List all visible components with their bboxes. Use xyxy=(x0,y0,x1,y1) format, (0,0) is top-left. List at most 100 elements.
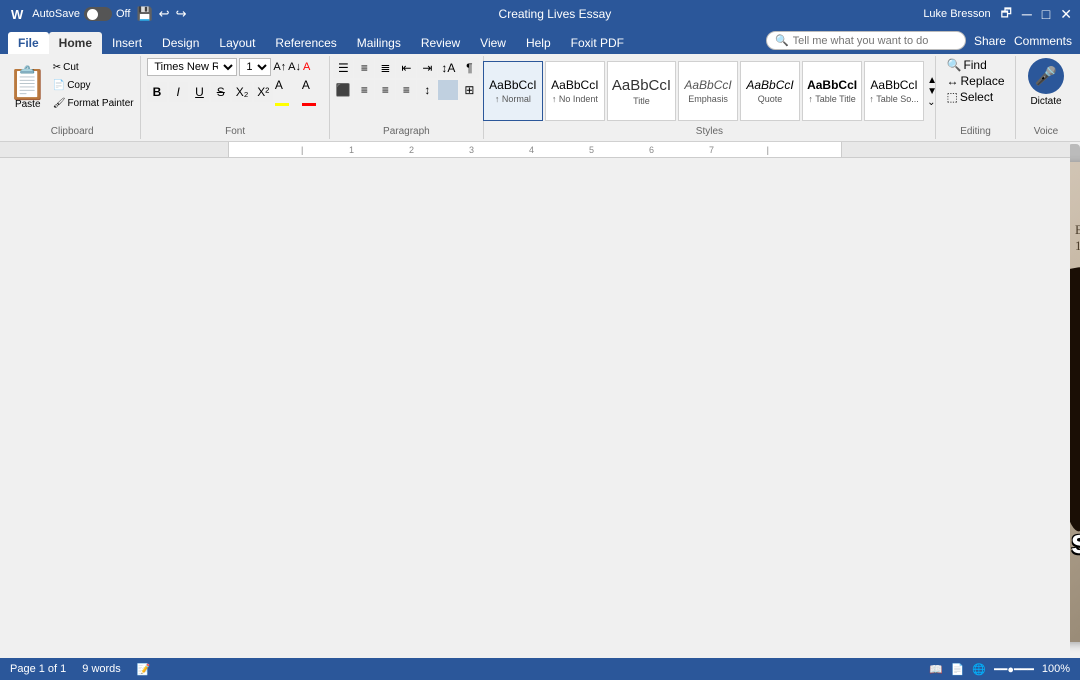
style-table-title-preview: AaBbCcI xyxy=(807,78,857,92)
font-row1: Times New Roman 12 A↑ A↓ A xyxy=(147,58,310,76)
strikethrough-button[interactable]: S xyxy=(211,82,230,102)
format-painter-button[interactable]: 🖌 Format Painter xyxy=(50,94,137,112)
italic-button[interactable]: I xyxy=(169,82,188,102)
style-table-so[interactable]: AaBbCcI ↑ Table So... xyxy=(864,61,924,121)
voice-group-label: Voice xyxy=(1034,126,1058,137)
decrease-indent[interactable]: ⇤ xyxy=(396,58,416,78)
multilevel-list[interactable]: ≣ xyxy=(375,58,395,78)
select-icon: ⬚ xyxy=(946,90,957,104)
borders-button[interactable]: ⊞ xyxy=(459,80,479,100)
document-page[interactable]: Bresson 1 Luke Bresson F. Alvarado HIST … xyxy=(1070,162,1080,642)
tab-foxit[interactable]: Foxit PDF xyxy=(561,32,634,54)
autosave-toggle[interactable]: AutoSave Off xyxy=(32,7,130,21)
font-row2: B I U S X₂ X² A A xyxy=(147,78,323,106)
style-normal[interactable]: AaBbCcI ↑ Normal xyxy=(483,61,543,121)
autosave-state: Off xyxy=(116,8,130,20)
style-normal-label: ↑ Normal xyxy=(495,94,531,104)
style-title-preview: AaBbCcI xyxy=(612,77,671,94)
bullets-button[interactable]: ☰ xyxy=(333,58,353,78)
replace-button[interactable]: ↔ Replace xyxy=(946,74,1004,88)
view-web-icon[interactable]: 🌐 xyxy=(972,663,986,676)
tab-layout[interactable]: Layout xyxy=(209,32,265,54)
font-size-select[interactable]: 12 xyxy=(239,58,271,76)
style-title[interactable]: AaBbCcI Title xyxy=(607,61,676,121)
close-button[interactable]: ✕ xyxy=(1060,6,1072,23)
styles-group: AaBbCcI ↑ Normal AaBbCcI ↑ No Indent AaB… xyxy=(484,56,936,139)
dictate-button[interactable]: 🎤 Dictate xyxy=(1028,58,1064,107)
copy-label: Copy xyxy=(67,80,90,91)
select-button[interactable]: ⬚ Select xyxy=(946,90,993,104)
tab-view[interactable]: View xyxy=(470,32,516,54)
tab-mailings[interactable]: Mailings xyxy=(347,32,411,54)
superscript-button[interactable]: X² xyxy=(254,82,273,102)
search-input[interactable] xyxy=(793,35,953,47)
proofing-icon[interactable]: 📝 xyxy=(137,663,151,676)
line-spacing[interactable]: ↕ xyxy=(417,80,437,100)
share-button[interactable]: Share xyxy=(974,34,1006,48)
font-size-decrease[interactable]: A↓ xyxy=(288,61,301,73)
tab-review[interactable]: Review xyxy=(411,32,470,54)
clipboard-group: 📋 Paste ✂ Cut 📄 Copy 🖌 Format Painter xyxy=(4,56,141,139)
zoom-slider[interactable]: ━━●━━━ xyxy=(994,663,1034,676)
tab-home[interactable]: Home xyxy=(49,32,102,54)
app-container: W AutoSave Off 💾 ↩ ↪ Creating Lives Essa… xyxy=(0,0,1080,680)
text-highlight-icon[interactable]: A xyxy=(275,78,296,106)
align-center[interactable]: ≡ xyxy=(354,80,374,100)
paste-icon: 📋 xyxy=(8,67,48,99)
clipboard-group-label: Clipboard xyxy=(51,126,94,137)
autosave-switch[interactable] xyxy=(84,7,112,21)
tab-references[interactable]: References xyxy=(265,32,346,54)
tab-file[interactable]: File xyxy=(8,32,49,54)
numbering-button[interactable]: ≡ xyxy=(354,58,374,78)
view-print-icon[interactable]: 📄 xyxy=(951,663,965,676)
word-logo: W xyxy=(8,6,26,23)
increase-indent[interactable]: ⇥ xyxy=(417,58,437,78)
view-read-icon[interactable]: 📖 xyxy=(929,663,943,676)
style-emphasis-preview: AaBbCcI xyxy=(684,78,731,92)
font-size-increase[interactable]: A↑ xyxy=(273,61,286,73)
window-resize-icon[interactable]: 🗗 xyxy=(1001,4,1012,25)
sort-button[interactable]: ↕A xyxy=(438,58,458,78)
align-left[interactable]: ⬛ xyxy=(333,80,353,100)
minimize-button[interactable]: ─ xyxy=(1022,6,1032,22)
shading-button[interactable] xyxy=(438,80,458,100)
style-no-indent[interactable]: AaBbCcI ↑ No Indent xyxy=(545,61,605,121)
style-table-so-label: ↑ Table So... xyxy=(869,94,918,104)
clipboard-small-buttons: ✂ Cut 📄 Copy 🖌 Format Painter xyxy=(50,58,137,112)
find-button[interactable]: 🔍 Find xyxy=(946,58,986,72)
clear-formatting[interactable]: A xyxy=(303,61,310,73)
underline-button[interactable]: U xyxy=(190,82,209,102)
style-quote-label: Quote xyxy=(758,94,783,104)
search-bar[interactable]: 🔍 xyxy=(766,31,966,50)
tab-help[interactable]: Help xyxy=(516,32,561,54)
document-title: Creating Lives Essay xyxy=(499,7,612,21)
justify[interactable]: ≡ xyxy=(396,80,416,100)
paragraph-group: ☰ ≡ ≣ ⇤ ⇥ ↕A ¶ ⬛ ≡ ≡ ≡ ↕ ⊞ Pa xyxy=(330,56,484,139)
maximize-button[interactable]: □ xyxy=(1042,6,1050,22)
tab-insert[interactable]: Insert xyxy=(102,32,152,54)
font-color-icon[interactable]: A xyxy=(302,78,323,106)
show-formatting[interactable]: ¶ xyxy=(459,58,479,78)
user-name: Luke Bresson xyxy=(923,8,990,20)
document-area[interactable]: Bresson 1 Luke Bresson F. Alvarado HIST … xyxy=(1070,142,1080,658)
font-name-select[interactable]: Times New Roman xyxy=(147,58,237,76)
dictate-label: Dictate xyxy=(1030,96,1061,107)
align-right[interactable]: ≡ xyxy=(375,80,395,100)
comments-button[interactable]: Comments xyxy=(1014,34,1072,48)
redo-icon[interactable]: ↪ xyxy=(176,6,187,22)
undo-icon[interactable]: ↩ xyxy=(159,6,170,22)
search-icon: 🔍 xyxy=(775,34,789,47)
subscript-button[interactable]: X₂ xyxy=(232,82,251,102)
tab-design[interactable]: Design xyxy=(152,32,209,54)
cut-button[interactable]: ✂ Cut xyxy=(50,58,137,76)
voice-group: 🎤 Dictate Voice xyxy=(1016,56,1076,139)
copy-button[interactable]: 📄 Copy xyxy=(50,76,137,94)
paste-button[interactable]: 📋 Paste xyxy=(8,58,48,118)
style-quote[interactable]: AaBbCcI Quote xyxy=(740,61,800,121)
style-title-label: Title xyxy=(633,96,650,106)
font-group-label: Font xyxy=(225,126,245,137)
save-icon[interactable]: 💾 xyxy=(136,6,152,22)
style-emphasis[interactable]: AaBbCcI Emphasis xyxy=(678,61,738,121)
style-table-title[interactable]: AaBbCcI ↑ Table Title xyxy=(802,61,862,121)
bold-button[interactable]: B xyxy=(147,82,166,102)
